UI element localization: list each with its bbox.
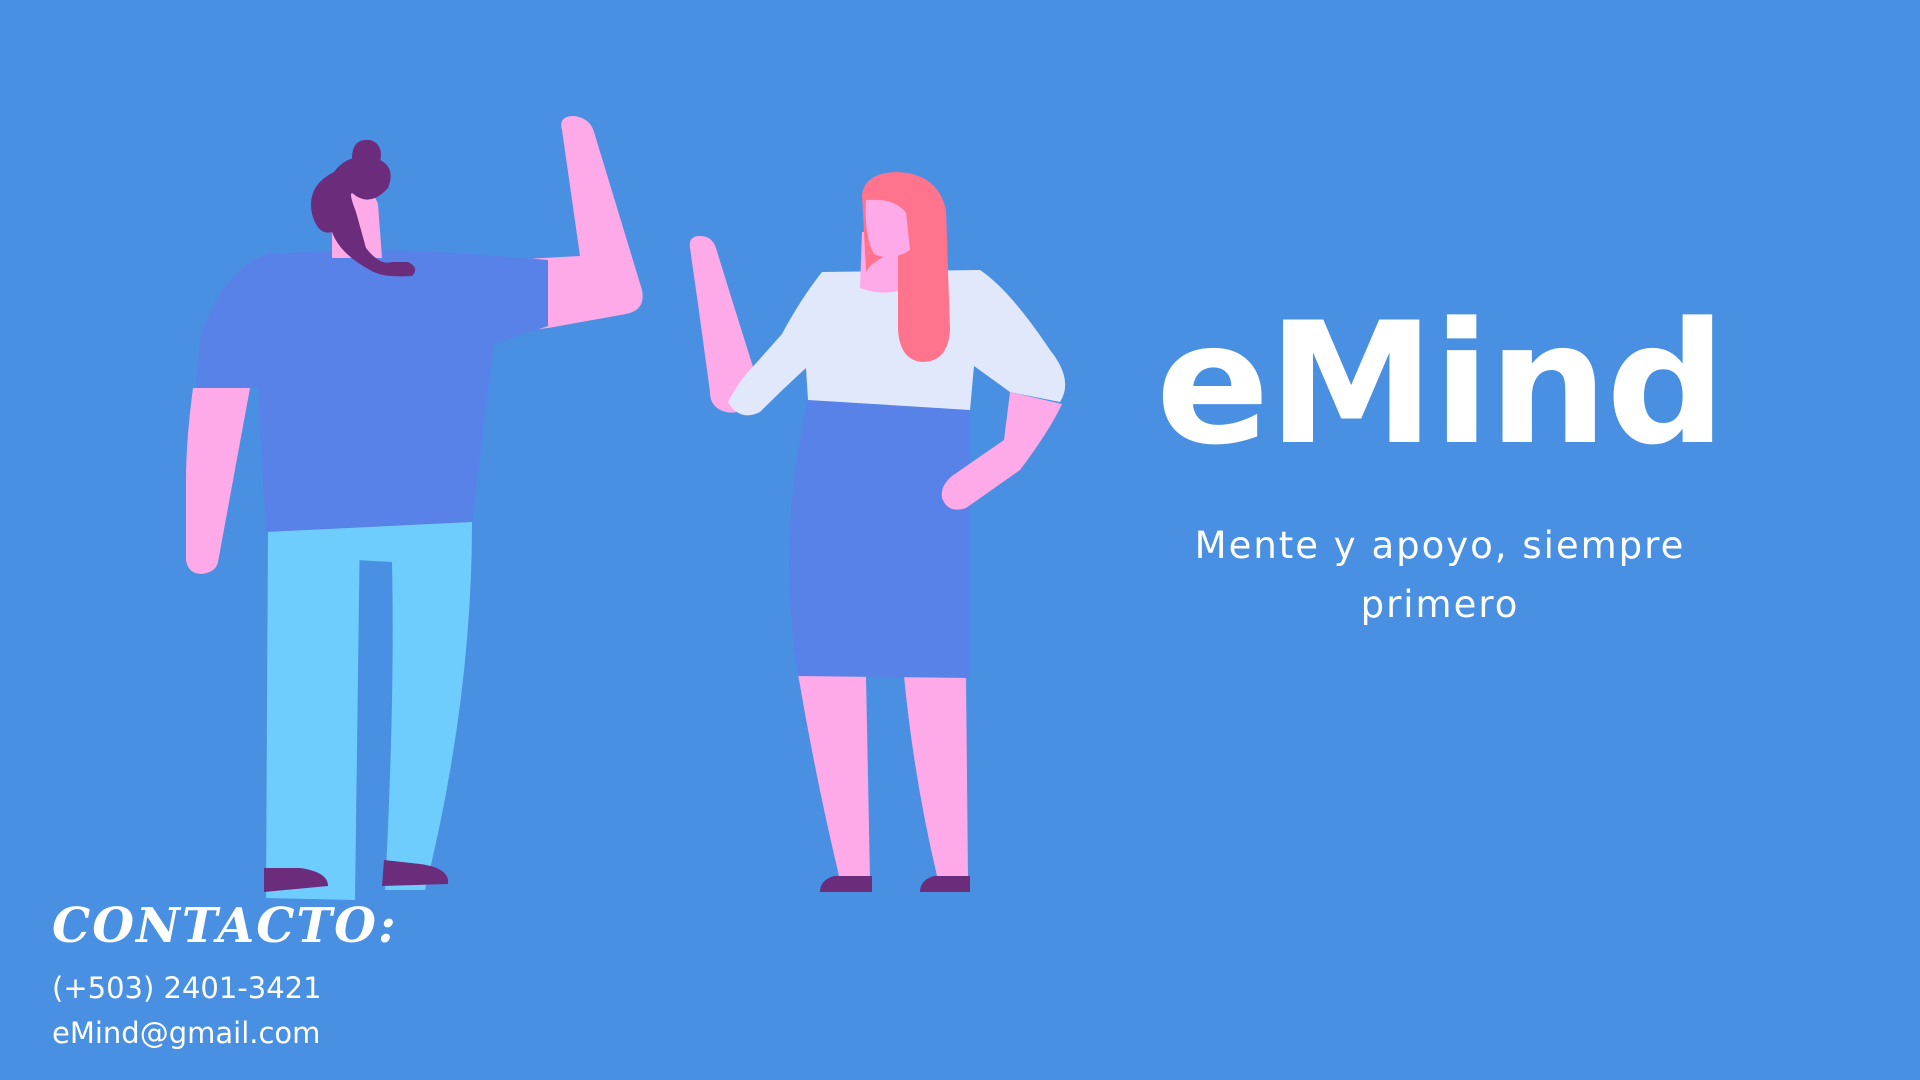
contact-phone: (+503) 2401-3421 <box>52 971 322 1005</box>
brand-block: eMind Mente y apoyo, siempre primero <box>1140 300 1740 634</box>
contact-heading: CONTACTO: <box>52 898 398 954</box>
woman-right-shoe <box>920 876 970 892</box>
brand-tagline: Mente y apoyo, siempre primero <box>1194 524 1686 626</box>
woman-left-shoe <box>820 876 872 892</box>
man-right-shoe <box>382 860 449 886</box>
brand-title: eMind <box>1155 286 1727 482</box>
woman-skirt <box>789 400 970 678</box>
contact-block: CONTACTO: (+503) 2401-3421 eMind@gmail.c… <box>52 896 398 1056</box>
contact-email: eMind@gmail.com <box>52 1016 321 1050</box>
man-right-leg <box>348 522 472 890</box>
man-left-arm <box>186 388 250 574</box>
woman-left-leg <box>798 674 870 880</box>
man-figure <box>186 116 643 900</box>
man-left-leg <box>266 522 360 900</box>
woman-right-leg <box>904 676 968 880</box>
woman-figure <box>689 172 1066 892</box>
